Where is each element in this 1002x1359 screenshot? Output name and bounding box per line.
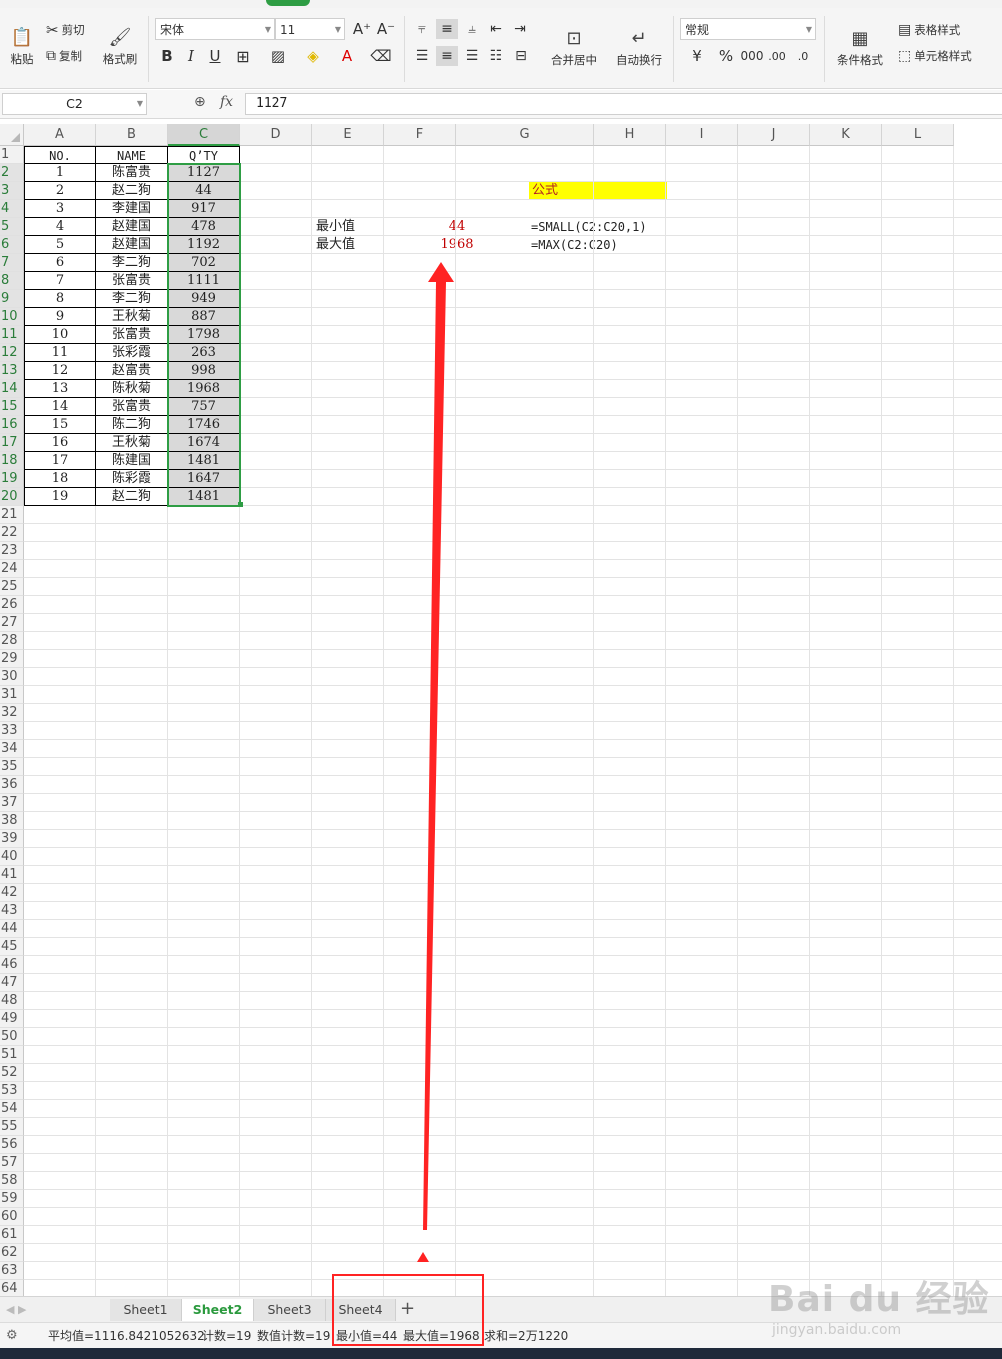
- watermark-brand: Bai du 经验: [768, 1279, 990, 1320]
- watermark: Bai du 经验 jingyan.baidu.com: [768, 1270, 990, 1338]
- red-pointer-icon: [417, 1252, 429, 1262]
- red-arrow-icon: [423, 262, 454, 1230]
- annotation-overlay: [417, 262, 454, 1262]
- watermark-url: jingyan.baidu.com: [772, 1322, 902, 1338]
